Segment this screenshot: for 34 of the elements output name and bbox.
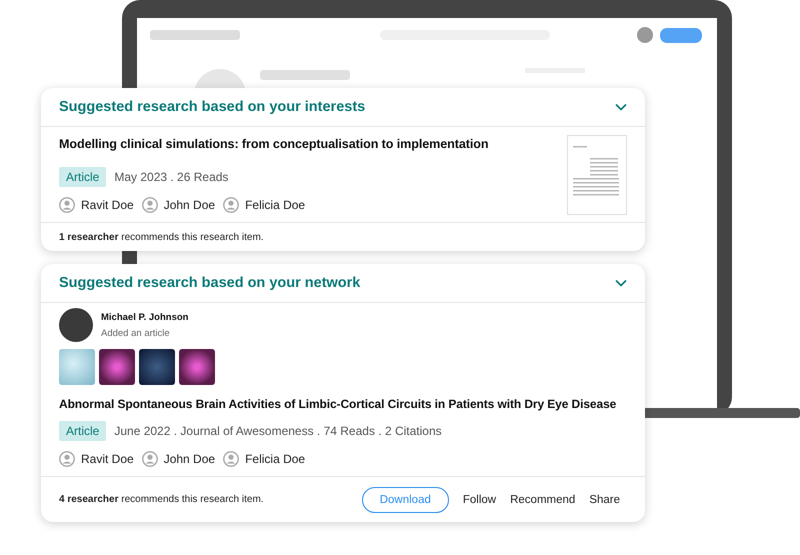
photo-placeholder: [59, 349, 95, 385]
article-title[interactable]: Abnormal Spontaneous Brain Activities of Limbic-Cortical Circuits in Patients with Dry Eye Disease: [59, 397, 616, 411]
photo-placeholder: [139, 349, 175, 385]
avatar-placeholder: [59, 308, 93, 342]
chevron-down-icon[interactable]: [615, 279, 627, 287]
author-name[interactable]: Ravit Doe: [81, 452, 134, 466]
user-icon: [59, 197, 75, 213]
user-icon: [59, 451, 75, 467]
chevron-down-icon[interactable]: [615, 103, 627, 111]
poster-name: Michael P. Johnson: [101, 312, 188, 322]
user-icon: [142, 451, 158, 467]
article-meta: May 2023 . 26 Reads: [114, 170, 228, 184]
recommendation-text: 4 researcher recommends this research item.: [59, 494, 264, 505]
user-icon: [223, 197, 240, 213]
card-heading: Suggested research based on your network: [59, 275, 360, 291]
action-link[interactable]: Share: [589, 494, 620, 506]
article-type-tag: Article: [59, 421, 106, 441]
author-name[interactable]: Felicia Doe: [245, 198, 306, 212]
card-heading: Suggested research based on your interests: [59, 99, 366, 115]
author-name[interactable]: John Doe: [164, 452, 216, 466]
recommendation-text: 1 researcher recommends this research item.: [59, 232, 264, 242]
photo-placeholder: [179, 349, 215, 385]
article-meta: June 2022 . Journal of Awesomeness . 74 Reads . 2 Citations: [114, 424, 442, 438]
author-name[interactable]: John Doe: [164, 198, 216, 212]
author-name[interactable]: Ravit Doe: [81, 198, 134, 212]
article-title[interactable]: Modelling clinical simulations: from conceptualisation to implementation: [59, 137, 488, 151]
user-icon: [223, 451, 240, 467]
article-type-tag: Article: [59, 167, 106, 187]
poster-activity: Added an article: [101, 328, 171, 338]
action-link[interactable]: Follow: [462, 494, 496, 506]
photo-placeholder: [99, 349, 135, 385]
author-name[interactable]: Felicia Doe: [245, 452, 306, 466]
user-icon: [142, 197, 158, 213]
action-link[interactable]: Recommend: [510, 494, 576, 506]
